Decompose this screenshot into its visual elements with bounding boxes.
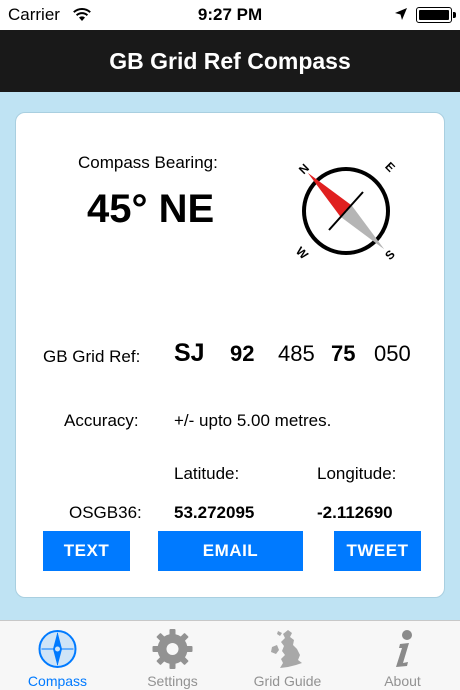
longitude-header: Longitude: [317, 464, 397, 483]
tab-about[interactable]: About [345, 621, 460, 690]
compass-bearing-value: 45° NE [87, 187, 215, 231]
text-button[interactable]: TEXT [43, 531, 130, 571]
accuracy-value: +/- upto 5.00 metres. [174, 411, 332, 430]
grid-ref-northing-minor: 050 [374, 341, 411, 366]
map-icon [271, 630, 302, 668]
gear-icon [152, 629, 193, 669]
grid-ref-easting-major: 92 [230, 341, 255, 366]
dial-w-label: W [293, 244, 311, 262]
dial-e-label: E [382, 159, 398, 175]
tab-settings-label: Settings [147, 673, 198, 689]
grid-ref-northing-major: 75 [331, 341, 356, 366]
status-time: 9:27 PM [197, 5, 263, 24]
latitude-value: 53.272095 [174, 503, 255, 522]
tab-grid-guide-label: Grid Guide [253, 673, 322, 689]
tweet-button[interactable]: TWEET [334, 531, 421, 571]
tab-compass-label: Compass [27, 673, 88, 689]
grid-ref-letters: SJ [174, 339, 205, 367]
tab-grid-guide[interactable]: Grid Guide [230, 621, 345, 690]
location-arrow-icon [395, 8, 407, 20]
tab-bar: Compass Settings Grid Guide About [0, 620, 460, 690]
nav-bar: GB Grid Ref Compass [0, 30, 460, 92]
grid-ref-label: GB Grid Ref: [43, 347, 141, 366]
info-card: Compass Bearing: 45° NE N E S W GB Grid … [15, 112, 445, 598]
compass-icon [38, 630, 77, 668]
tab-compass[interactable]: Compass [0, 621, 115, 690]
tab-about-label: About [384, 673, 421, 689]
status-bar: Carrier 9:27 PM [0, 0, 460, 30]
nav-title: GB Grid Ref Compass [109, 48, 351, 74]
battery-icon [416, 7, 456, 23]
datum-label: OSGB36: [69, 503, 142, 522]
compass-bearing-label: Compass Bearing: [78, 153, 218, 172]
compass-dial-icon: N E S W [293, 159, 398, 263]
info-icon [396, 630, 412, 667]
grid-ref-easting-minor: 485 [278, 341, 315, 366]
email-button[interactable]: EMAIL [158, 531, 303, 571]
dial-s-label: S [382, 247, 398, 263]
longitude-value: -2.112690 [317, 503, 393, 522]
latitude-header: Latitude: [174, 464, 240, 483]
tab-settings[interactable]: Settings [115, 621, 230, 690]
accuracy-label: Accuracy: [64, 411, 139, 430]
